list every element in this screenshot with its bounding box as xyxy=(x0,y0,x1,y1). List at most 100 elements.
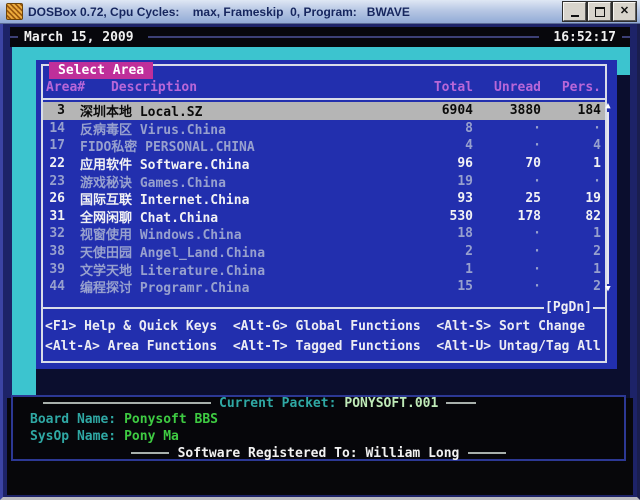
current-packet-line: Current Packet: PONYSOFT.001 xyxy=(13,395,624,411)
area-total-count: 2 xyxy=(387,244,473,259)
area-number: 23 xyxy=(43,174,65,189)
header-separator xyxy=(43,98,605,100)
area-personal-count: 184 xyxy=(541,103,601,118)
area-number: 17 xyxy=(43,138,65,153)
area-total-count: 18 xyxy=(387,226,473,241)
area-personal-count: 19 xyxy=(541,191,601,206)
area-unread-count: · xyxy=(473,174,541,189)
minimize-icon xyxy=(571,15,579,17)
function-keys-line1: <F1> Help & Quick Keys <Alt-G> Global Fu… xyxy=(43,318,605,336)
area-total-count: 19 xyxy=(387,174,473,189)
area-description: 深圳本地 Local.SZ xyxy=(65,101,387,120)
close-button[interactable]: ✕ xyxy=(613,2,636,21)
board-name-value: Ponysoft BBS xyxy=(124,412,218,427)
close-icon: ✕ xyxy=(620,6,629,17)
area-personal-count: · xyxy=(541,174,601,189)
area-number: 31 xyxy=(43,209,65,224)
column-header-description: Description xyxy=(111,80,197,95)
area-number: 26 xyxy=(43,191,65,206)
scroll-down-icon[interactable]: ▼ xyxy=(605,285,610,294)
area-number: 38 xyxy=(43,244,65,259)
restore-button[interactable] xyxy=(588,2,611,21)
scrollbar[interactable]: ▲ ▼ xyxy=(602,102,614,294)
panel-title: Select Area xyxy=(49,62,153,79)
sysop-name-label: SysOp Name: xyxy=(30,429,116,444)
scroll-up-icon[interactable]: ▲ xyxy=(605,102,610,111)
area-unread-count: · xyxy=(473,226,541,241)
scrollbar-track[interactable] xyxy=(607,112,609,284)
packet-value: PONYSOFT.001 xyxy=(344,396,438,411)
column-header-area: Area# xyxy=(46,80,85,95)
area-list-row[interactable]: 44 编程探讨 Programr.China 15 · 2 xyxy=(43,278,605,296)
select-area-panel: Select Area Area# Description Total Unre… xyxy=(36,60,617,369)
sysop-name-line: SysOp Name: Pony Ma xyxy=(13,428,624,445)
area-total-count: 530 xyxy=(387,209,473,224)
area-description: 游戏秘诀 Games.China xyxy=(65,172,387,191)
area-list-row[interactable]: 22 应用软件 Software.China 96 70 1 xyxy=(43,155,605,173)
divider xyxy=(10,36,18,38)
panel-shadow-right xyxy=(617,75,630,400)
packet-label: Current Packet: xyxy=(219,396,336,411)
divider xyxy=(593,307,605,309)
area-description: 国际互联 Internet.China xyxy=(65,189,387,208)
area-unread-count: 178 xyxy=(473,209,541,224)
area-list: 3 深圳本地 Local.SZ 6904 3880 184 14 反病毒区 Vi… xyxy=(43,102,605,296)
window-titlebar[interactable]: DOSBox 0.72, Cpu Cycles: max, Frameskip … xyxy=(0,0,640,24)
area-list-row[interactable]: 17 FIDO私密 PERSONAL.CHINA 4 · 4 xyxy=(43,137,605,155)
area-list-row[interactable]: 23 游戏秘诀 Games.China 19 · · xyxy=(43,172,605,190)
board-name-line: Board Name: Ponysoft BBS xyxy=(13,411,624,428)
area-number: 22 xyxy=(43,156,65,171)
area-number: 39 xyxy=(43,262,65,277)
divider xyxy=(148,36,540,38)
panel-border: Select Area Area# Description Total Unre… xyxy=(41,64,607,363)
area-description: 天使田园 Angel_Land.China xyxy=(65,242,387,261)
area-description: 全网闲聊 Chat.China xyxy=(65,207,387,226)
dosbox-icon xyxy=(6,3,23,20)
window-title: DOSBox 0.72, Cpu Cycles: max, Frameskip … xyxy=(28,5,563,19)
divider xyxy=(446,402,476,404)
area-personal-count: 82 xyxy=(541,209,601,224)
area-personal-count: 2 xyxy=(541,244,601,259)
area-list-row[interactable]: 32 视窗使用 Windows.China 18 · 1 xyxy=(43,225,605,243)
area-unread-count: · xyxy=(473,121,541,136)
area-total-count: 15 xyxy=(387,279,473,294)
area-total-count: 6904 xyxy=(387,103,473,118)
divider xyxy=(468,452,506,454)
current-date: March 15, 2009 xyxy=(24,30,134,45)
area-personal-count: · xyxy=(541,121,601,136)
board-name-label: Board Name: xyxy=(30,412,116,427)
area-list-row[interactable]: 3 深圳本地 Local.SZ 6904 3880 184 xyxy=(43,102,605,120)
area-number: 3 xyxy=(43,103,65,118)
packet-info-box: Current Packet: PONYSOFT.001 Board Name:… xyxy=(11,395,626,461)
sysop-name-value: Pony Ma xyxy=(124,429,179,444)
area-total-count: 4 xyxy=(387,138,473,153)
area-list-row[interactable]: 38 天使田园 Angel_Land.China 2 · 2 xyxy=(43,243,605,261)
minimize-button[interactable] xyxy=(563,2,586,21)
area-number: 14 xyxy=(43,121,65,136)
area-personal-count: 1 xyxy=(541,156,601,171)
divider xyxy=(43,307,544,309)
restore-icon xyxy=(595,7,605,17)
area-list-row[interactable]: 26 国际互联 Internet.China 93 25 19 xyxy=(43,190,605,208)
divider xyxy=(131,452,169,454)
area-unread-count: · xyxy=(473,138,541,153)
area-total-count: 96 xyxy=(387,156,473,171)
area-personal-count: 1 xyxy=(541,262,601,277)
area-list-row[interactable]: 14 反病毒区 Virus.China 8 · · xyxy=(43,120,605,138)
column-header-unread: Unread xyxy=(473,80,541,95)
area-unread-count: 70 xyxy=(473,156,541,171)
area-total-count: 1 xyxy=(387,262,473,277)
area-unread-count: · xyxy=(473,279,541,294)
area-description: 应用软件 Software.China xyxy=(65,154,387,173)
date-time-bar: March 15, 2009 16:52:17 xyxy=(10,27,630,47)
pgdn-indicator: [PgDn] xyxy=(545,301,592,315)
divider xyxy=(43,402,211,404)
area-description: 文学天地 Literature.China xyxy=(65,260,387,279)
area-unread-count: 3880 xyxy=(473,103,541,118)
dos-desktop: Select Area Area# Description Total Unre… xyxy=(12,47,630,400)
area-description: 编程探讨 Programr.China xyxy=(65,277,387,296)
column-header-total: Total xyxy=(387,80,473,95)
area-list-row[interactable]: 31 全网闲聊 Chat.China 530 178 82 xyxy=(43,208,605,226)
area-list-row[interactable]: 39 文学天地 Literature.China 1 · 1 xyxy=(43,260,605,278)
area-number: 44 xyxy=(43,279,65,294)
